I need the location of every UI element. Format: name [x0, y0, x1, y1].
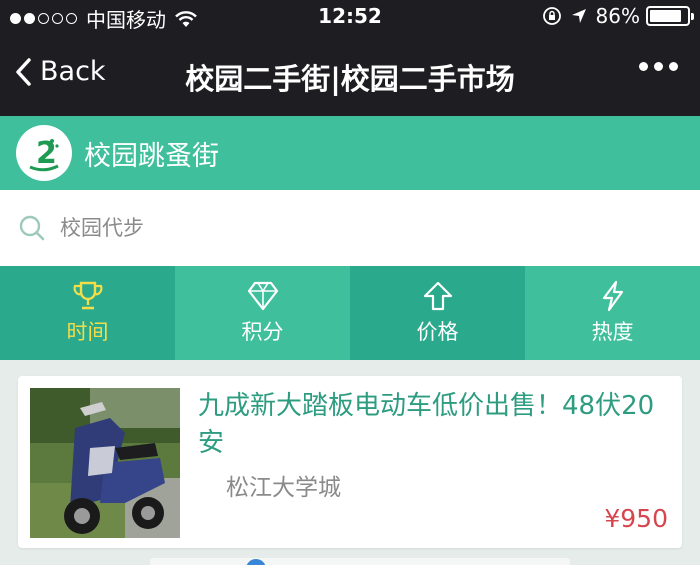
app-name: 校园跳蚤街 — [84, 140, 219, 172]
status-bar: 中国移动 12:52 86% — [0, 0, 700, 32]
lightning-icon — [602, 280, 623, 312]
more-menu-button[interactable] — [639, 62, 678, 71]
battery-percent: 86% — [595, 4, 640, 28]
more-dots-icon — [639, 62, 648, 71]
tab-popularity[interactable]: 热度 — [525, 266, 700, 360]
arrow-up-icon — [423, 281, 452, 311]
next-listing-peek — [150, 558, 570, 565]
location-arrow-icon — [571, 9, 586, 23]
listing-title: 九成新大踏板电动车低价出售！48伏20安 — [198, 391, 655, 458]
listing-thumbnail — [30, 388, 180, 538]
back-button[interactable]: Back — [14, 56, 106, 87]
nav-bar: Back 校园二手街|校园二手市场 — [0, 32, 700, 116]
app-logo[interactable]: 2 — [16, 125, 72, 181]
logo-icon: 2 — [29, 136, 59, 172]
tab-time-label: 时间 — [66, 320, 109, 344]
search-bar — [0, 190, 700, 266]
status-right: 86% — [542, 4, 694, 28]
back-label: Back — [40, 56, 106, 87]
tab-popularity-label: 热度 — [591, 320, 634, 344]
app-header: 2 校园跳蚤街 — [0, 116, 700, 190]
trophy-icon — [73, 281, 102, 310]
search-input[interactable] — [60, 216, 660, 240]
tab-price[interactable]: 价格 — [350, 266, 525, 360]
search-icon — [19, 215, 45, 241]
avatar — [246, 559, 266, 565]
listing-location: 松江大学城 — [226, 475, 341, 501]
sort-tabs: 时间 积分 价格 热度 — [0, 266, 700, 360]
scooter-photo — [30, 388, 180, 538]
listing-card[interactable]: 九成新大踏板电动车低价出售！48伏20安 松江大学城 ¥950 — [18, 376, 682, 548]
tab-time[interactable]: 时间 — [0, 266, 175, 360]
tab-points-label: 积分 — [241, 320, 284, 344]
rotation-lock-icon — [542, 7, 561, 25]
tab-price-label: 价格 — [416, 320, 459, 344]
chevron-left-icon — [16, 57, 31, 86]
diamond-icon — [247, 281, 278, 311]
tab-points[interactable]: 积分 — [175, 266, 350, 360]
battery-icon — [646, 6, 694, 26]
listing-price: ¥950 — [604, 504, 668, 533]
